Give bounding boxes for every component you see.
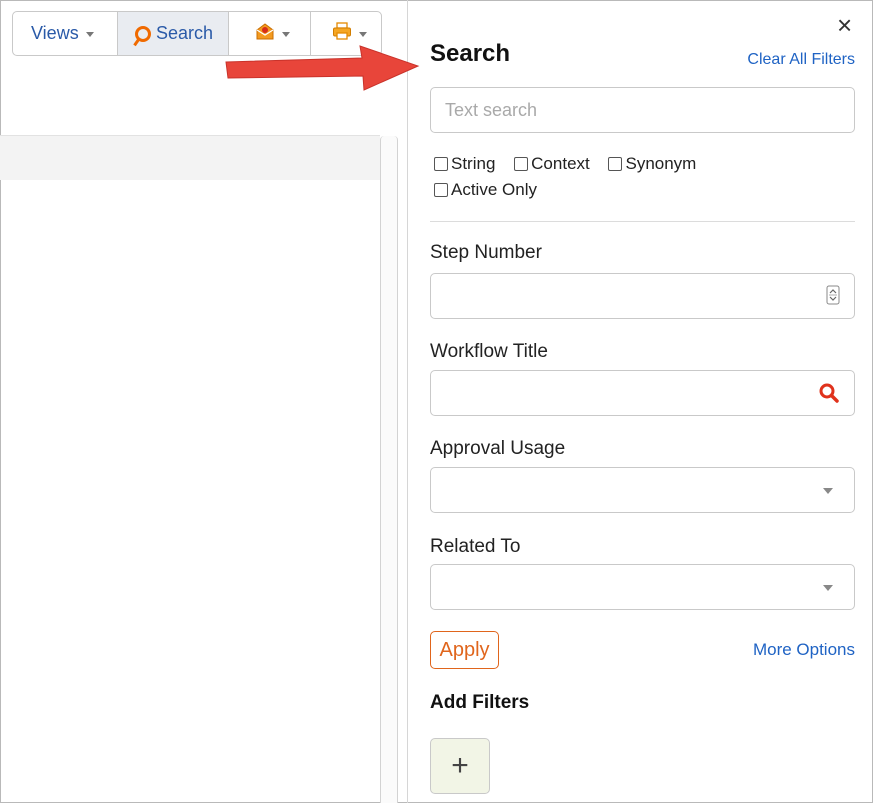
step-number-label: Step Number: [430, 242, 542, 263]
checkbox-box[interactable]: [434, 183, 448, 197]
content-scrollbar[interactable]: [380, 136, 398, 803]
more-options-link[interactable]: More Options: [753, 640, 855, 660]
related-to-label: Related To: [430, 536, 521, 557]
context-checkbox[interactable]: Context: [514, 152, 590, 176]
apply-button[interactable]: Apply: [430, 631, 499, 669]
string-checkbox-label: String: [451, 154, 496, 173]
add-filter-button[interactable]: +: [430, 738, 490, 794]
add-filters-heading: Add Filters: [430, 692, 530, 713]
checkbox-box[interactable]: [514, 157, 529, 171]
chevron-down-icon: [359, 32, 367, 37]
related-to-select[interactable]: [430, 564, 855, 610]
search-label: Search: [156, 23, 214, 43]
checkbox-box[interactable]: [434, 157, 448, 171]
number-spinner-icon[interactable]: [826, 285, 840, 310]
views-label: Views: [31, 23, 79, 43]
chevron-down-icon: [85, 32, 94, 37]
context-checkbox-label: Context: [531, 154, 590, 173]
chevron-down-icon: [282, 32, 290, 37]
approval-usage-select[interactable]: [430, 467, 855, 513]
clear-all-filters-link[interactable]: Clear All Filters: [747, 51, 855, 69]
workflow-title-label: Workflow Title: [430, 341, 548, 362]
search-button[interactable]: Search: [118, 12, 229, 55]
synonym-checkbox-label: Synonym: [625, 154, 697, 173]
active-only-checkbox-label: Active Only: [451, 180, 537, 199]
search-icon: [135, 25, 151, 42]
panel-title: Search: [430, 40, 511, 67]
string-checkbox[interactable]: String: [434, 152, 495, 176]
search-options: String Context Synonym Active Only: [434, 152, 854, 204]
search-icon[interactable]: [818, 382, 840, 409]
checkbox-box[interactable]: [608, 157, 623, 171]
synonym-checkbox[interactable]: Synonym: [608, 152, 696, 176]
close-icon[interactable]: ×: [837, 12, 852, 38]
section-divider: [430, 221, 855, 222]
text-search-input[interactable]: [430, 87, 855, 133]
annotation-arrow-icon: [225, 45, 420, 91]
chevron-down-icon: [823, 585, 833, 591]
chevron-down-icon: [823, 488, 833, 494]
step-number-field[interactable]: [430, 273, 855, 319]
workflow-title-field[interactable]: [430, 370, 855, 416]
approval-usage-label: Approval Usage: [430, 438, 566, 459]
active-only-checkbox[interactable]: Active Only: [434, 178, 537, 202]
views-dropdown-button[interactable]: Views: [13, 12, 118, 55]
panel-divider: [407, 0, 408, 803]
content-header-row: [0, 136, 380, 180]
